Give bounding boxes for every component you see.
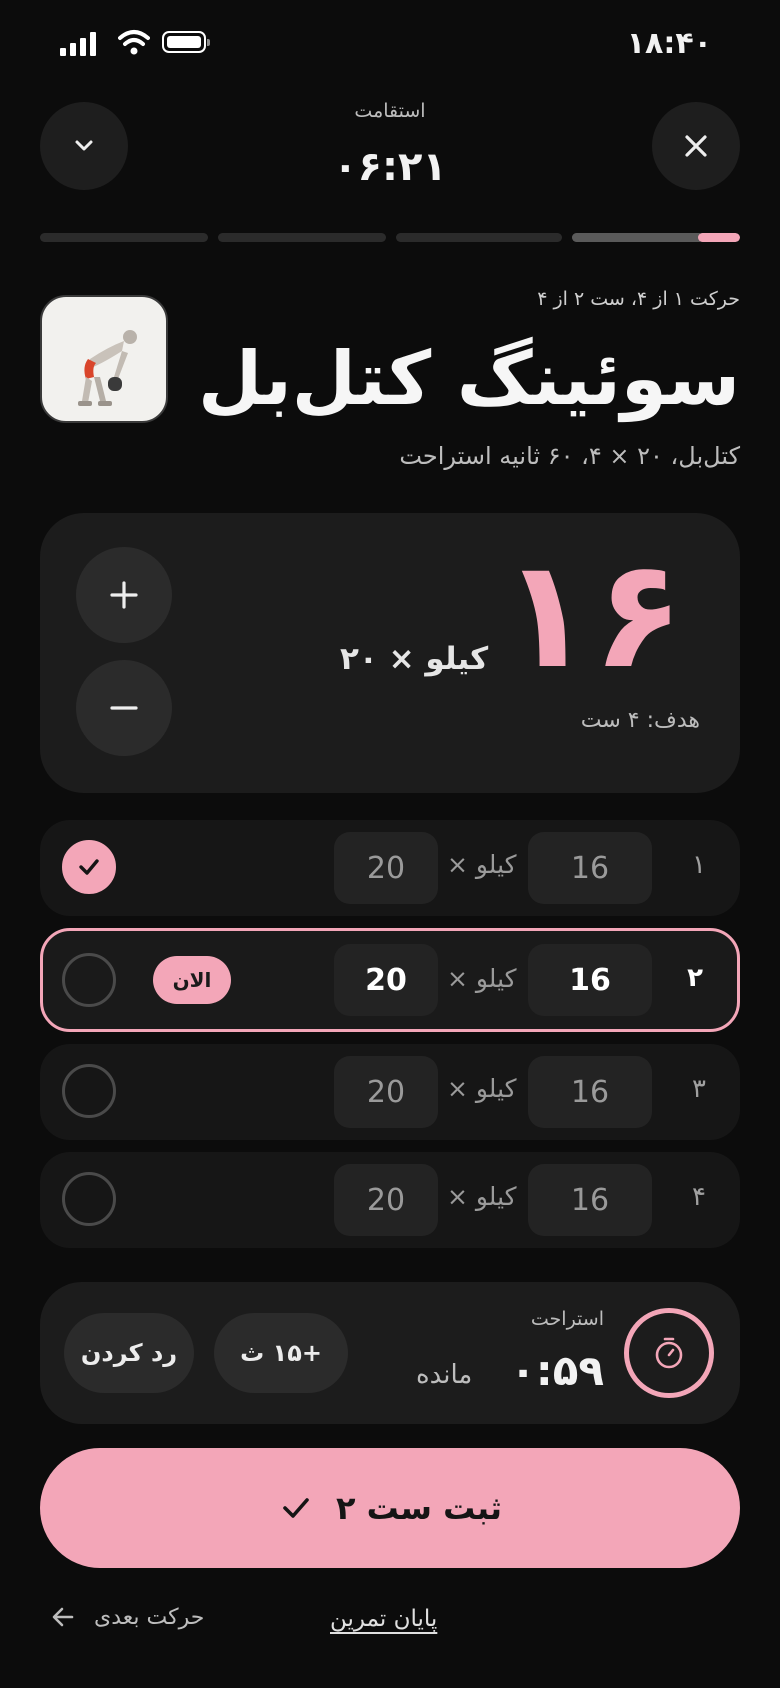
check-icon [283,1498,309,1518]
unit-label: کیلو × [447,964,517,993]
arrow-left-icon [52,1607,74,1627]
elapsed-timer: ۰۶:۲۱ [333,144,447,190]
workout-name: استقامت [354,100,426,122]
kettlebell-swing-figure-icon [78,330,137,406]
weight-field[interactable]: 20 [334,832,438,904]
set-complete-checkbox[interactable] [62,1064,116,1118]
set-row-2[interactable]: ۲ 16 کیلو × 20 الان [40,928,740,1032]
weight-field[interactable]: 20 [334,1056,438,1128]
add-15s-button[interactable]: +۱۵ ث [214,1313,348,1393]
rest-countdown: ۰:۵۹ [510,1346,604,1395]
minus-icon [110,706,138,710]
current-set-badge: الان [153,956,231,1004]
unit-label: کیلو × [447,1182,517,1211]
status-time: ۱۸:۴۰ [626,26,712,61]
stopwatch-icon [624,1308,714,1398]
signal-icon [60,30,100,56]
set-complete-checkbox[interactable] [62,840,116,894]
set-index: ۳ [692,1074,706,1104]
reps-field[interactable]: 16 [528,1164,652,1236]
exercise-thumbnail[interactable] [40,295,168,423]
next-exercise-label: حرکت بعدی [94,1604,205,1630]
increment-button[interactable] [76,547,172,643]
plus-icon [110,581,138,609]
set-index: ۴ [692,1182,706,1212]
weight-label: کیلو × ۲۰ [340,641,489,677]
weight-field[interactable]: 20 [334,944,438,1016]
log-set-button[interactable]: ثبت ست ۲ [40,1448,740,1568]
unit-label: کیلو × [447,1074,517,1103]
skip-rest-button[interactable]: رد کردن [64,1313,194,1393]
set-complete-checkbox[interactable] [62,1172,116,1226]
reps-field[interactable]: 16 [528,832,652,904]
set-index: ۱ [692,850,706,880]
exercise-subtitle: کتل‌بل، ۲۰ × ۴، ۶۰ ثانیه استراحت [399,442,740,470]
next-exercise-link[interactable]: حرکت بعدی [50,1604,204,1630]
set-row-4[interactable]: ۴ 16 کیلو × 20 [40,1152,740,1248]
exercise-meta: حرکت ۱ از ۴، ست ۲ از ۴ [537,288,740,310]
set-row-3[interactable]: ۳ 16 کیلو × 20 [40,1044,740,1140]
reps-field[interactable]: 16 [528,944,652,1016]
unit-label: کیلو × [447,850,517,879]
decrement-button[interactable] [76,660,172,756]
set-index: ۲ [687,963,703,993]
weight-field[interactable]: 20 [334,1164,438,1236]
wifi-icon [118,30,150,55]
rest-remaining-label: مانده [416,1360,473,1390]
battery-icon [162,31,210,53]
progress-segment-current [572,233,740,242]
reps-field[interactable]: 16 [528,1056,652,1128]
progress-segment [396,233,562,242]
exercise-title: سوئینگ کتل‌بل [197,336,741,422]
rest-label: استراحت [530,1308,604,1330]
end-workout-link[interactable]: پایان تمرین [330,1606,437,1632]
set-row-1[interactable]: ۱ 16 کیلو × 20 [40,820,740,916]
progress-segment [40,233,208,242]
log-set-label: ثبت ست ۲ [335,1489,503,1527]
rep-count: ۱۶ [500,528,684,702]
goal-label: هدف: ۴ ست [580,708,700,733]
check-icon [79,859,99,875]
set-complete-checkbox[interactable] [62,953,116,1007]
progress-segment [218,233,386,242]
